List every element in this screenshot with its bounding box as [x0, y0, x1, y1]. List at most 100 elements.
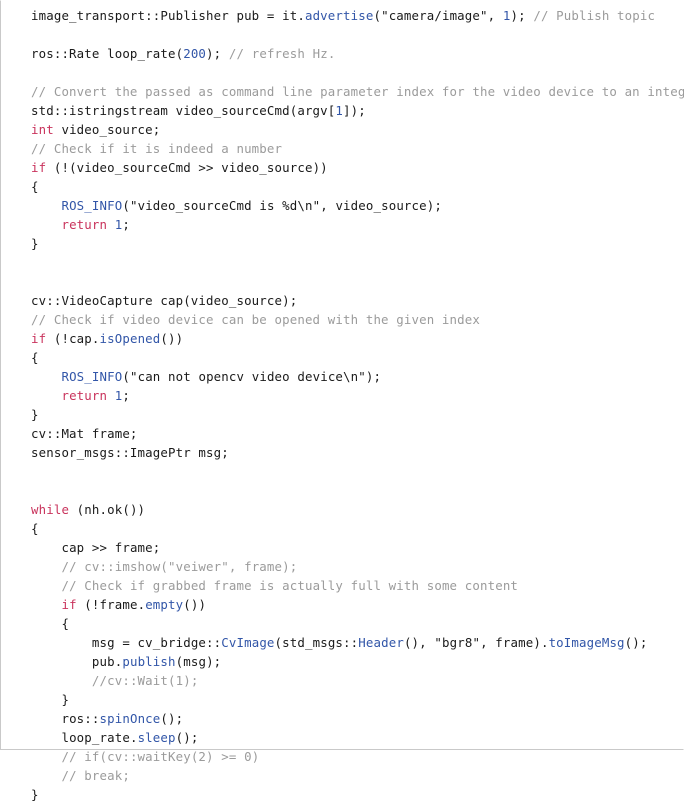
code-token-plain: image_transport::Publisher pub = it. [31, 8, 305, 23]
code-token-kw: if [31, 331, 47, 346]
code-token-plain: (); [175, 730, 199, 745]
code-token-plain: , [487, 8, 503, 23]
code-line: // break; [31, 766, 683, 785]
code-token-plain: (msg); [175, 654, 222, 669]
code-token-plain: ]); [343, 103, 366, 118]
code-line: } [31, 405, 683, 424]
code-line: ros::spinOnce(); [31, 709, 683, 728]
code-line: cv::Mat frame; [31, 424, 683, 443]
code-line: std::istringstream video_sourceCmd(argv[… [31, 101, 683, 120]
code-token-plain: pub. [91, 654, 123, 669]
code-token-plain: , frame). [480, 635, 549, 650]
code-token-plain: (std_msgs:: [274, 635, 359, 650]
code-token-fn: empty [145, 597, 184, 612]
code-token-fn: isOpened [99, 331, 161, 346]
code-line: // cv::imshow("veiwer", frame); [31, 557, 683, 576]
code-line: // Convert the passed as command line pa… [31, 82, 684, 101]
code-token-plain: ); [365, 369, 382, 384]
code-token-plain: } [61, 692, 70, 707]
code-token-fn: ROS_INFO [61, 198, 123, 213]
code-token-comment: // Check if it is indeed a number [31, 141, 283, 156]
code-line: // Check if grabbed frame is actually fu… [31, 576, 683, 595]
code-token-plain: , video_source); [320, 198, 442, 213]
code-token-plain: msg = cv_bridge:: [91, 635, 222, 650]
code-token-str: "can not opencv video device\n" [129, 369, 366, 384]
code-token-fn: advertise [304, 8, 374, 23]
code-line: ros::Rate loop_rate(200); // refresh Hz. [31, 44, 683, 63]
code-token-plain: ; [122, 217, 130, 232]
code-token-plain: (); [160, 711, 184, 726]
code-token-fn: toImageMsg [548, 635, 625, 650]
code-token-comment: // if(cv::waitKey(2) >= 0) [61, 749, 260, 764]
code-token-plain: } [31, 407, 39, 422]
code-token-plain: cv::VideoCapture cap(video_source); [31, 293, 298, 308]
code-line: //cv::Wait(1); [31, 671, 683, 690]
code-line: while (nh.ok()) [31, 500, 683, 519]
code-token-plain: { [31, 179, 39, 194]
code-token-plain: ( [373, 8, 382, 23]
code-line: ROS_INFO("video_sourceCmd is %d\n", vide… [31, 196, 683, 215]
code-token-plain: cv::Mat frame; [31, 426, 138, 441]
code-line: int video_source; [31, 120, 683, 139]
code-line: } [31, 690, 683, 709]
code-line: return 1; [31, 215, 683, 234]
code-line: image_transport::Publisher pub = it.adve… [31, 6, 683, 25]
code-line: // Check if it is indeed a number [31, 139, 683, 158]
code-token-comment: // cv::imshow("veiwer", frame); [61, 559, 298, 574]
code-token-plain: std::istringstream video_sourceCmd(argv[ [31, 103, 336, 118]
code-token-fn: sleep [137, 730, 176, 745]
code-block: image_transport::Publisher pub = it.adve… [0, 0, 684, 802]
code-token-num: 1 [335, 103, 344, 118]
code-token-plain: { [61, 616, 70, 631]
code-token-plain: cap >> frame; [61, 540, 161, 555]
code-token-plain: ; [122, 388, 130, 403]
code-token-plain: video_source; [53, 122, 161, 137]
code-token-comment: // break; [61, 768, 130, 783]
code-token-plain: (!frame. [76, 597, 146, 612]
code-token-plain: (!(video_sourceCmd >> video_source)) [46, 160, 328, 175]
code-token-plain: } [31, 236, 39, 251]
code-token-plain: sensor_msgs::ImagePtr msg; [31, 445, 229, 460]
code-token-plain: (), [403, 635, 435, 650]
code-line: sensor_msgs::ImagePtr msg; [31, 443, 683, 462]
code-line: } [31, 234, 683, 253]
code-token-plain: ros::Rate loop_rate( [31, 46, 184, 61]
code-line: { [31, 348, 683, 367]
code-token-plain: (); [624, 635, 648, 650]
code-token-fn: CvImage [221, 635, 275, 650]
code-token-plain: } [31, 787, 39, 802]
code-token-str: "bgr8" [434, 635, 481, 650]
code-token-fn: publish [122, 654, 176, 669]
code-line: pub.publish(msg); [31, 652, 683, 671]
code-token-kw: return [61, 217, 108, 232]
code-line: ROS_INFO("can not opencv video device\n"… [31, 367, 683, 386]
code-line: return 1; [31, 386, 683, 405]
code-line: cap >> frame; [31, 538, 683, 557]
code-token-comment: // Publish topic [533, 8, 656, 23]
code-token-plain: (!cap. [46, 331, 100, 346]
code-token-plain: { [31, 521, 39, 536]
code-token-plain: { [31, 350, 39, 365]
code-lines-container: image_transport::Publisher pub = it.adve… [1, 4, 684, 804]
